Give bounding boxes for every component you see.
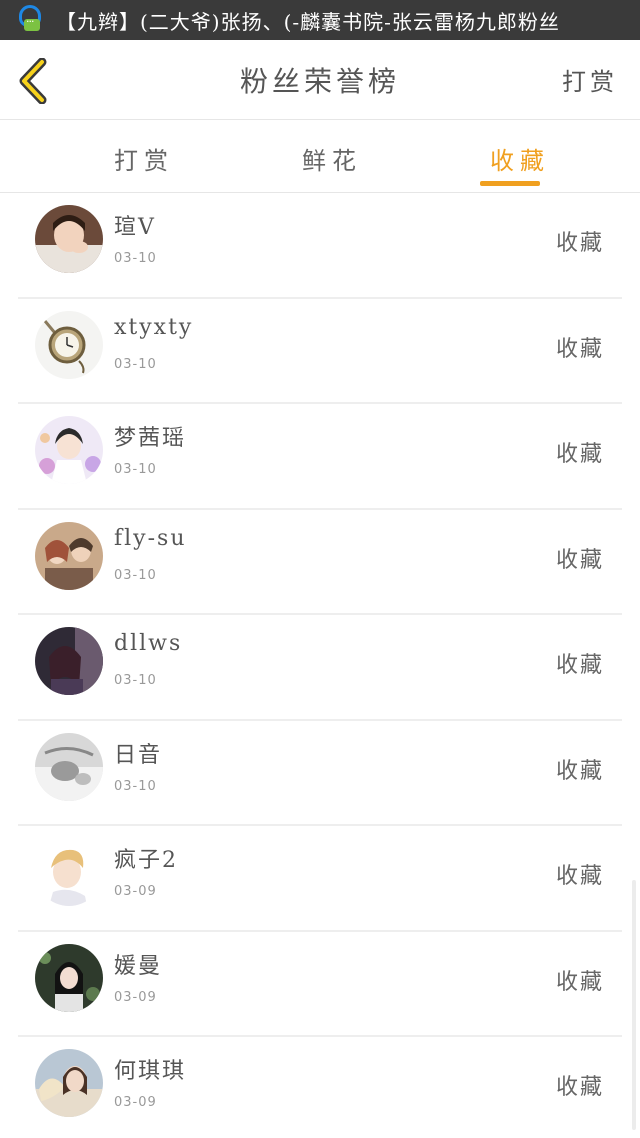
- fan-action: 收藏: [555, 1075, 604, 1100]
- scrollbar[interactable]: [632, 880, 636, 1130]
- avatar: [35, 943, 103, 1012]
- avatar: [35, 838, 103, 906]
- list-item[interactable]: 梦茜瑶 03-10 收藏: [18, 404, 622, 510]
- avatar: [35, 732, 103, 801]
- list-item[interactable]: 瑄V 03-10 收藏: [18, 193, 622, 299]
- fan-action: 收藏: [555, 336, 604, 362]
- fan-action: 收藏: [555, 653, 604, 678]
- fan-date: 03-10: [114, 462, 157, 477]
- fan-name: 瑄V: [114, 215, 156, 240]
- fan-action: 收藏: [555, 547, 604, 573]
- fan-date: 03-10: [114, 356, 157, 372]
- list-item[interactable]: 媛曼 03-09 收藏: [18, 932, 622, 1037]
- tab-flowers[interactable]: 鲜花: [292, 141, 372, 176]
- fan-date: 03-10: [114, 673, 157, 688]
- top-bar: 粉丝荣誉榜 打赏: [0, 40, 640, 120]
- tab-bar: 打赏 鲜花 收藏: [0, 121, 640, 193]
- reward-button[interactable]: 打赏: [562, 62, 618, 97]
- fan-name: 疯子2: [114, 848, 178, 873]
- fan-date: 03-09: [114, 1095, 157, 1110]
- notification-text: 【九辫】(二大爷)张扬、(-麟囊书院-张云雷杨九郎粉丝: [56, 9, 560, 34]
- fan-date: 03-09: [114, 989, 157, 1005]
- avatar: [35, 521, 103, 590]
- list-item[interactable]: 日音 03-10 收藏: [18, 721, 622, 826]
- fan-name: fly-su: [114, 525, 187, 551]
- chat-app-icon: [18, 5, 44, 35]
- fan-name: 媛曼: [114, 953, 163, 979]
- fan-date: 03-10: [114, 251, 157, 266]
- tab-favorites[interactable]: 收藏: [480, 141, 560, 176]
- page-title: 粉丝荣誉榜: [239, 65, 400, 98]
- avatar: [35, 627, 103, 695]
- fan-action: 收藏: [555, 231, 604, 256]
- list-item[interactable]: 何琪琪 03-09 收藏: [18, 1037, 622, 1138]
- status-bar: 【九辫】(二大爷)张扬、(-麟囊书院-张云雷杨九郎粉丝: [0, 0, 640, 40]
- fan-date: 03-09: [114, 884, 157, 899]
- fan-date: 03-10: [114, 778, 157, 794]
- fan-name: dllws: [114, 631, 183, 656]
- fan-action: 收藏: [555, 758, 604, 784]
- avatar: [35, 1049, 103, 1117]
- avatar: [35, 205, 103, 273]
- fan-action: 收藏: [555, 442, 604, 467]
- fan-list[interactable]: 瑄V 03-10 收藏 xtyxty 03-10 收藏 梦茜瑶 03-10 收藏…: [0, 193, 640, 1138]
- fan-action: 收藏: [555, 864, 604, 889]
- list-item[interactable]: xtyxty 03-10 收藏: [18, 299, 622, 404]
- tab-reward[interactable]: 打赏: [104, 141, 184, 176]
- fan-name: 梦茜瑶: [114, 426, 187, 451]
- active-tab-indicator: [480, 181, 540, 186]
- list-item[interactable]: dllws 03-10 收藏: [18, 615, 622, 721]
- avatar: [35, 310, 103, 379]
- list-item[interactable]: fly-su 03-10 收藏: [18, 510, 622, 615]
- fan-name: xtyxty: [114, 314, 194, 340]
- fan-action: 收藏: [555, 969, 604, 995]
- list-item[interactable]: 疯子2 03-09 收藏: [18, 826, 622, 932]
- avatar: [35, 416, 103, 484]
- fan-name: 日音: [114, 742, 163, 768]
- fan-name: 何琪琪: [114, 1059, 187, 1084]
- fan-date: 03-10: [114, 567, 157, 583]
